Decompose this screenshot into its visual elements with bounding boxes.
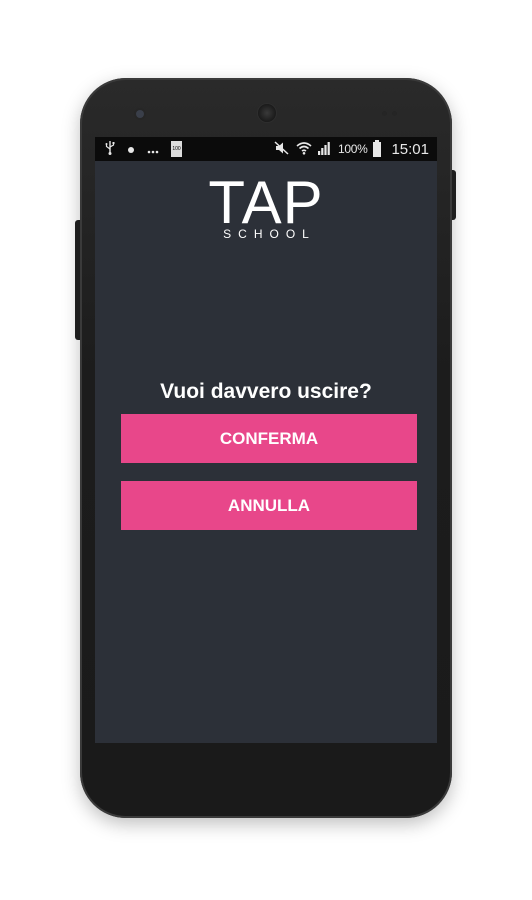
logo-subtitle: SCHOOL (223, 227, 316, 241)
usb-icon (105, 140, 115, 158)
app-logo: TAP SCHOOL (95, 169, 437, 242)
earpiece-speaker (258, 104, 276, 122)
status-clock: 15:01 (391, 140, 429, 158)
status-bar: 100 100% 15:01 (95, 137, 437, 161)
battery-saver-icon: 100 (171, 141, 182, 157)
logo-title: TAP (208, 169, 324, 236)
confirm-button[interactable]: CONFERMA (121, 414, 417, 463)
battery-icon (373, 139, 382, 157)
status-bar-notifications: 100 (105, 140, 182, 158)
signal-icon (317, 141, 332, 158)
light-sensor (392, 111, 397, 116)
front-camera-icon (136, 110, 144, 118)
wifi-icon (296, 141, 312, 158)
more-icon (147, 142, 159, 157)
proximity-sensor (382, 111, 387, 116)
battery-percentage: 100% (337, 142, 368, 156)
status-bar-system: 100% 15:01 (274, 139, 429, 158)
dot-icon (127, 142, 135, 157)
cancel-button[interactable]: ANNULLA (121, 481, 417, 530)
mute-icon (274, 140, 290, 158)
exit-question: Vuoi davvero uscire? (160, 380, 372, 403)
